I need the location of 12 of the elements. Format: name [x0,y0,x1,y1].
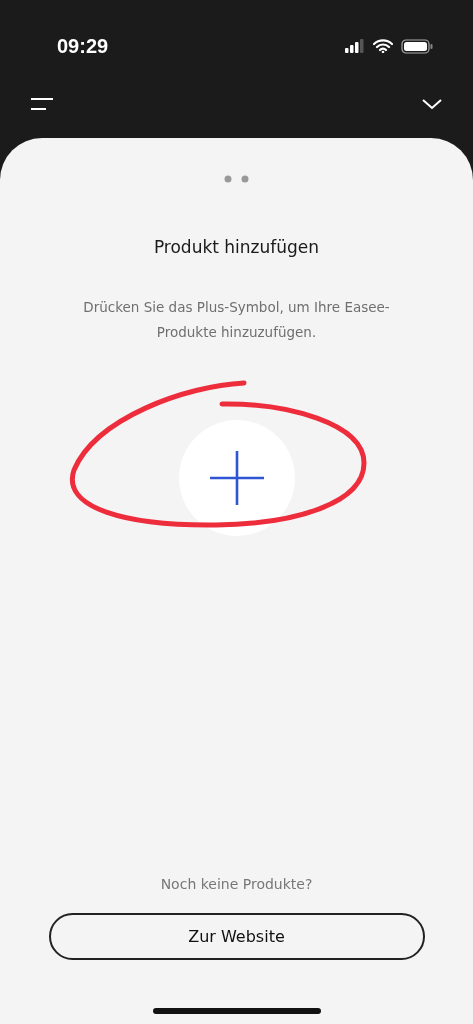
page-dots-drawing [223,175,250,183]
chevron-down-icon[interactable] [421,98,443,110]
signal-icon [345,39,365,53]
sheet-title: Produkt hinzufügen [153,236,320,259]
battery-icon [401,38,433,54]
menu-icon[interactable] [30,97,54,111]
status-time: 09:29 [57,34,109,59]
description-text: Drücken Sie das Plus-Symbol, um Ihre Easee-Produkte hinzuzufügen. [82,297,391,342]
website-button[interactable]: Zur Website [48,913,425,960]
wifi-icon [373,39,393,53]
plus-icon [209,450,264,505]
hint-text: Noch keine Produkte? [160,875,313,894]
